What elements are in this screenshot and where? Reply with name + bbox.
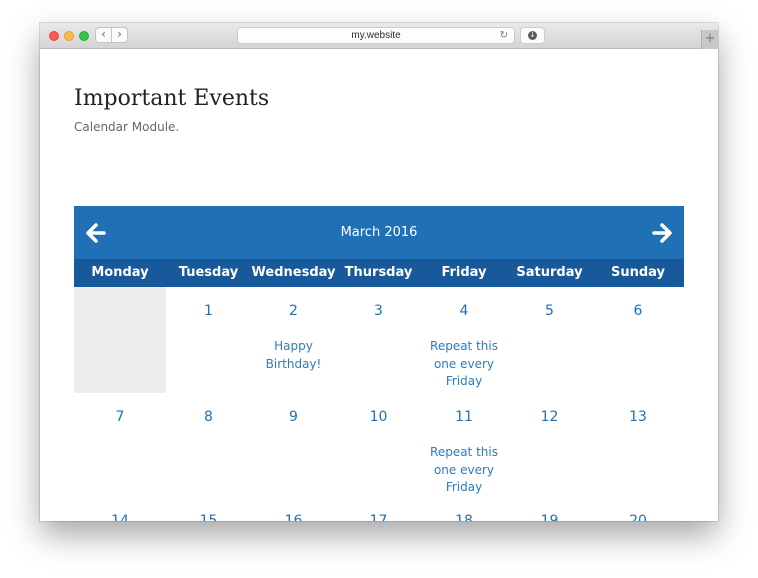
calendar-header: March 2016: [74, 206, 684, 259]
day-number: 9: [289, 409, 298, 425]
page-title: Important Events: [74, 86, 270, 111]
weekday-tuesday: Tuesday: [178, 265, 239, 280]
day-cell[interactable]: 13: [592, 393, 684, 499]
browser-window: ‹ › my.website ↻ ↓ + Important Events Ca…: [40, 23, 718, 521]
calendar: March 2016 Monday Tuesday Wednesday Thur…: [74, 206, 684, 521]
forward-button[interactable]: ›: [111, 27, 128, 43]
day-number: 18: [455, 513, 473, 521]
calendar-week-row: 7 8 9 10 11 Repeat this one every Friday …: [74, 393, 684, 499]
day-number: 19: [540, 513, 559, 521]
day-cell[interactable]: 17: [336, 499, 421, 521]
day-number: 5: [545, 303, 554, 319]
day-cell[interactable]: 16: [251, 499, 336, 521]
download-icon: ↓: [528, 31, 537, 40]
page-subtitle: Calendar Module.: [74, 120, 180, 134]
day-number: 17: [369, 513, 388, 521]
day-number: 8: [204, 409, 213, 425]
day-cell[interactable]: 11 Repeat this one every Friday: [421, 393, 507, 499]
day-cell[interactable]: 4 Repeat this one every Friday: [421, 287, 507, 393]
day-cell[interactable]: 12: [507, 393, 592, 499]
day-number: 12: [540, 409, 559, 425]
day-cell-empty: [74, 287, 166, 393]
day-cell[interactable]: 19: [507, 499, 592, 521]
day-number: 10: [369, 409, 388, 425]
day-number: 6: [633, 303, 643, 319]
day-number: 11: [455, 409, 473, 425]
day-cell[interactable]: 2 Happy Birthday!: [251, 287, 336, 393]
day-cell[interactable]: 15: [166, 499, 251, 521]
address-bar[interactable]: my.website ↻: [237, 27, 515, 44]
day-number: 16: [284, 513, 303, 521]
day-number: 2: [289, 303, 298, 319]
new-tab-icon: +: [704, 31, 716, 46]
back-button[interactable]: ‹: [95, 27, 112, 43]
weekday-saturday: Saturday: [516, 265, 583, 280]
day-cell[interactable]: 6: [592, 287, 684, 393]
weekday-monday: Monday: [91, 265, 149, 280]
event-label[interactable]: Repeat this one every Friday: [425, 444, 503, 497]
day-cell[interactable]: 8: [166, 393, 251, 499]
reload-icon[interactable]: ↻: [500, 28, 508, 43]
month-label: March 2016: [340, 225, 418, 240]
calendar-week-row: 1 2 Happy Birthday! 3 4 Repeat this one ev…: [74, 287, 684, 393]
day-number: 7: [115, 409, 125, 425]
day-number: 3: [374, 303, 383, 319]
day-cell[interactable]: 9: [251, 393, 336, 499]
forward-arrow-icon: ›: [117, 27, 122, 41]
back-arrow-icon: ‹: [101, 27, 106, 41]
next-month-button[interactable]: [651, 222, 673, 244]
day-number: 15: [199, 513, 218, 521]
arrow-right-icon: [652, 223, 672, 243]
day-cell[interactable]: 10: [336, 393, 421, 499]
day-cell[interactable]: 3: [336, 287, 421, 393]
day-cell[interactable]: 20: [592, 499, 684, 521]
day-number: 4: [459, 303, 469, 319]
day-number: 13: [629, 409, 647, 425]
close-window-button[interactable]: [49, 31, 59, 41]
day-cell[interactable]: 5: [507, 287, 592, 393]
weekday-thursday: Thursday: [344, 265, 413, 280]
downloads-button[interactable]: ↓: [520, 27, 545, 44]
day-cell[interactable]: 18: [421, 499, 507, 521]
weekday-wednesday: Wednesday: [251, 265, 336, 280]
day-number: 1: [204, 303, 213, 319]
weekday-sunday: Sunday: [610, 265, 666, 280]
day-cell[interactable]: 7: [74, 393, 166, 499]
calendar-week-row: 14 15 16 17 18 19 20: [74, 499, 684, 521]
address-text: my.website: [351, 30, 401, 41]
event-label[interactable]: Repeat this one every Friday: [425, 338, 503, 391]
day-cell[interactable]: 14: [74, 499, 166, 521]
browser-toolbar: ‹ › my.website ↻ ↓ +: [40, 23, 718, 49]
weekday-friday: Friday: [441, 265, 487, 280]
new-tab-button[interactable]: +: [701, 30, 718, 49]
event-label[interactable]: Happy Birthday!: [255, 338, 332, 373]
minimize-window-button[interactable]: [64, 31, 74, 41]
day-number: 20: [629, 513, 647, 521]
zoom-window-button[interactable]: [79, 31, 89, 41]
weekday-bar: Monday Tuesday Wednesday Thursday Friday…: [74, 259, 684, 287]
day-cell[interactable]: 1: [166, 287, 251, 393]
day-number: 14: [111, 513, 129, 521]
